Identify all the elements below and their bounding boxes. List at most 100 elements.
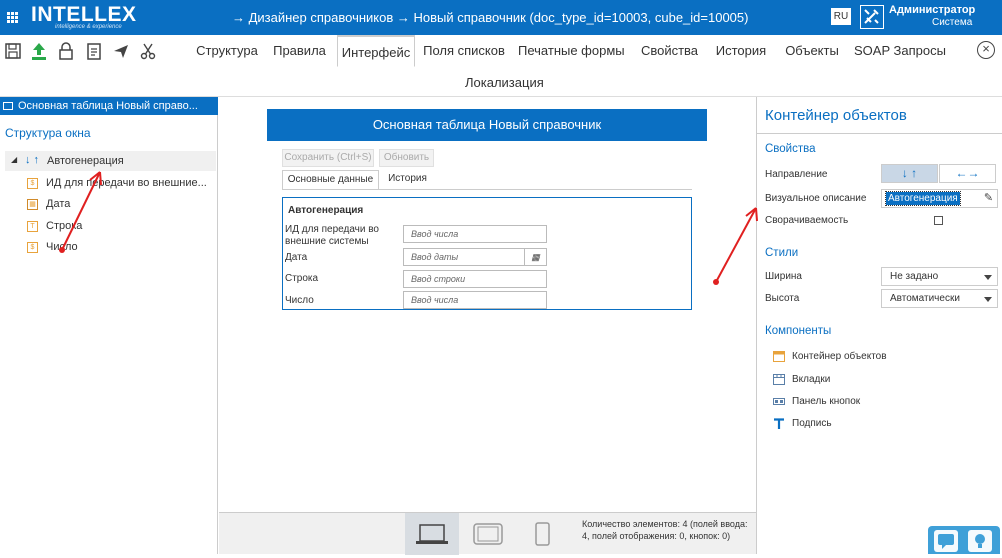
helper-buttons [928, 526, 1000, 554]
date-input[interactable]: Ввод даты ▦ [403, 248, 547, 266]
component-button-panel[interactable]: Панель кнопок [773, 394, 973, 410]
structure-label: Структура окна [5, 126, 91, 140]
autogeneration-group[interactable]: Автогенерация ИД для передачи во внешние… [282, 197, 692, 310]
tab-print-forms[interactable]: Печатные формы [518, 35, 625, 67]
apps-grid-icon[interactable] [7, 12, 19, 24]
component-label: Контейнер объектов [792, 351, 887, 362]
number-field-icon: $ [27, 242, 38, 253]
tab-history[interactable]: История [712, 35, 770, 67]
panel-divider [757, 133, 1002, 134]
section-properties: Свойства [765, 143, 816, 155]
tab-soap[interactable]: SOAP Запросы [854, 35, 946, 67]
section-components: Компоненты [765, 325, 832, 337]
direction-horizontal-button[interactable]: ←→ [939, 164, 996, 183]
user-tools-icon[interactable] [860, 5, 884, 29]
panel-title: Контейнер объектов [765, 107, 907, 124]
tablet-view-button[interactable] [460, 513, 514, 555]
width-select[interactable]: Не задано [881, 267, 998, 286]
component-label: Подпись [792, 418, 832, 429]
calendar-icon[interactable]: ▦ [524, 249, 546, 265]
chat-icon[interactable] [934, 530, 958, 552]
tree-item-label: ИД для передачи во внешние... [46, 177, 207, 189]
scissors-icon[interactable] [139, 38, 161, 64]
vertical-direction-icon: ↓ ↑ [25, 154, 40, 166]
refresh-button[interactable]: Обновить [379, 149, 434, 167]
height-select[interactable]: Автоматически [881, 289, 998, 308]
logo-text: INTELLEX [31, 3, 137, 26]
upload-icon[interactable] [29, 38, 51, 64]
close-icon[interactable]: × [977, 41, 995, 59]
external-id-input[interactable]: Ввод числа [403, 225, 547, 243]
text-t-icon [774, 418, 784, 429]
edit-pencil-icon[interactable]: ✎ [981, 191, 996, 206]
text-field-icon: T [27, 221, 38, 232]
tree-root-node[interactable]: ◢ ↓ ↑ Автогенерация [5, 151, 216, 171]
direction-vertical-button[interactable]: ↓ ↑ [881, 164, 938, 183]
field-label: Дата [285, 252, 308, 263]
collapse-checkbox[interactable] [934, 216, 943, 225]
table-title: Основная таблица Новый справо... [18, 100, 198, 112]
field-label: Строка [285, 273, 319, 284]
date-placeholder: Ввод даты [411, 252, 459, 262]
save-icon[interactable] [4, 38, 26, 64]
element-count: Количество элементов: 4 (полей ввода: 4,… [582, 519, 748, 541]
number-field-icon: $ [27, 178, 38, 189]
component-label: Вкладки [792, 374, 831, 385]
field-label: Число [285, 295, 314, 306]
lock-icon[interactable] [57, 38, 79, 64]
table-title-bar[interactable]: Основная таблица Новый справо... [0, 97, 218, 115]
desktop-view-button[interactable] [405, 513, 459, 555]
component-tabs[interactable]: Вкладки [773, 372, 973, 388]
user-role: Система [932, 17, 973, 28]
document-icon[interactable] [85, 38, 107, 64]
tab-rules[interactable]: Правила [266, 35, 333, 67]
tabs-icon [773, 374, 785, 385]
table-icon [3, 102, 13, 110]
top-bar: INTELLEX intelligence & experience → Диз… [0, 0, 1002, 35]
lightbulb-icon[interactable] [968, 530, 992, 552]
tree-item-label: Дата [46, 198, 71, 210]
width-select-value: Не задано [890, 271, 939, 282]
breadcrumb: → Дизайнер справочников → Новый справочн… [232, 10, 749, 25]
tab-structure[interactable]: Структура [188, 35, 266, 67]
tab-localization[interactable]: Локализация [465, 75, 544, 90]
save-button[interactable]: Сохранить (Ctrl+S) [282, 149, 374, 167]
tree-item[interactable]: ▦ Дата [27, 196, 217, 214]
tree-item[interactable]: $ ИД для передачи во внешние... [27, 175, 217, 193]
mobile-view-button[interactable] [515, 513, 569, 555]
send-icon[interactable] [112, 38, 134, 64]
left-panel: Основная таблица Новый справо... Структу… [0, 97, 218, 554]
tree-item[interactable]: T Строка [27, 218, 217, 236]
device-bar: Количество элементов: 4 (полей ввода: 4,… [219, 512, 756, 555]
visual-label: Визуальное описание [765, 193, 867, 204]
user-name[interactable]: Администратор [889, 4, 975, 16]
component-container[interactable]: Контейнер объектов [773, 349, 973, 365]
tab-objects[interactable]: Объекты [782, 35, 842, 67]
collapse-label: Сворачиваемость [765, 215, 849, 226]
chevron-down-icon [984, 297, 992, 302]
tab-properties[interactable]: Свойства [636, 35, 703, 67]
width-label: Ширина [765, 271, 802, 282]
logo-subtitle: intelligence & experience [55, 24, 122, 30]
calendar-icon: ▦ [27, 199, 38, 210]
direction-label: Направление [765, 169, 828, 180]
tab-form-history[interactable]: История [380, 170, 435, 190]
section-styles: Стили [765, 247, 799, 259]
logo[interactable]: INTELLEX intelligence & experience [31, 4, 136, 32]
component-label-item[interactable]: Подпись [773, 416, 973, 432]
group-title: Автогенерация [288, 205, 364, 216]
visual-description-input[interactable]: Автогенерация ✎ [881, 189, 998, 208]
tree-item[interactable]: $ Число [27, 239, 217, 257]
tab-list-fields[interactable]: Поля списков [419, 35, 509, 67]
button-panel-icon [773, 398, 785, 405]
chevron-down-icon [984, 275, 992, 280]
language-button[interactable]: RU [831, 8, 851, 25]
expand-icon[interactable]: ◢ [11, 155, 17, 164]
tree-root-label: Автогенерация [47, 155, 124, 167]
form-tabs-divider [282, 189, 692, 190]
tab-interface[interactable]: Интерфейс [337, 35, 415, 67]
component-label: Панель кнопок [792, 396, 861, 407]
number-input[interactable]: Ввод числа [403, 291, 547, 309]
string-input[interactable]: Ввод строки [403, 270, 547, 288]
tab-main-data[interactable]: Основные данные [282, 170, 379, 190]
